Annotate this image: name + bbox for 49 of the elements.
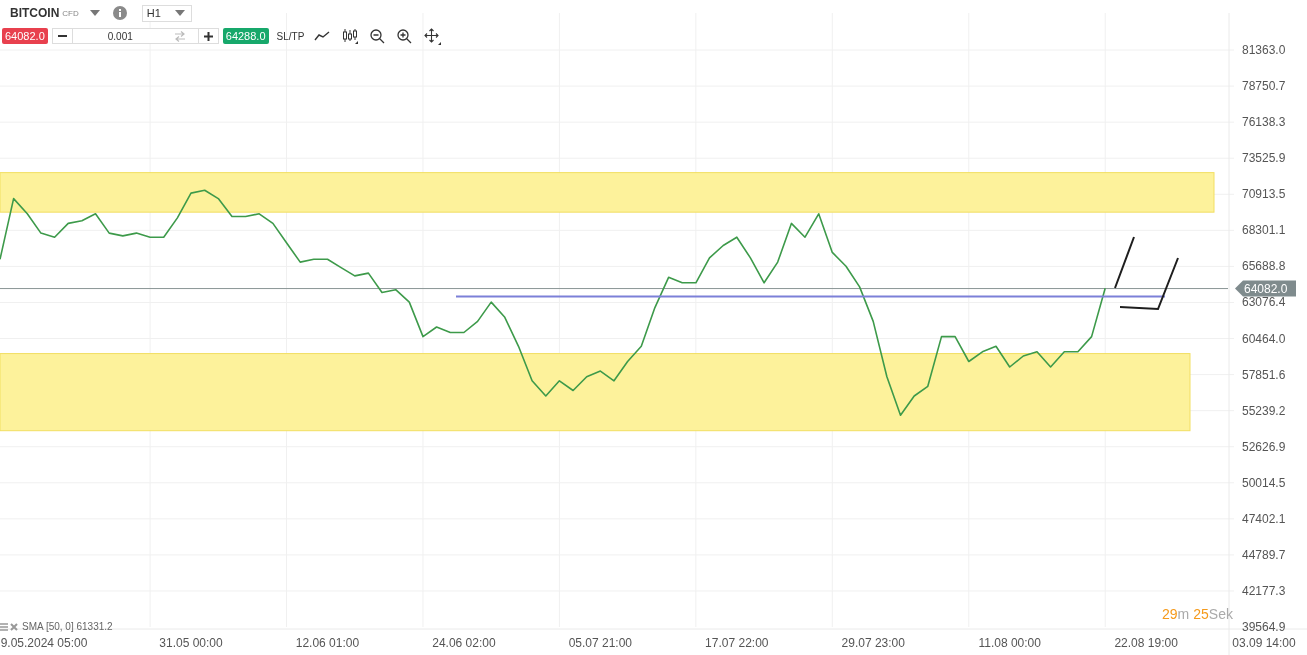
quantity-field[interactable]: 0.001 [71, 29, 199, 43]
price-label: 50014.5 [1242, 475, 1286, 490]
candlestick-icon[interactable] [342, 28, 359, 44]
minus-icon[interactable] [57, 35, 67, 37]
date-label: 29.07 23:00 [841, 636, 905, 650]
sell-button[interactable]: 64082.0 [2, 28, 48, 44]
indicator-label: SMA [50, 0] 61331.2 [22, 621, 113, 632]
price-label: 76138.3 [1242, 115, 1286, 130]
date-label: 11.08 00:00 [978, 636, 1041, 650]
price-label: 78750.7 [1242, 79, 1286, 94]
timeframe-dropdown[interactable]: H1 [141, 4, 192, 22]
ref-line-label: 64082.0 [1244, 281, 1288, 296]
line-chart-icon[interactable] [314, 31, 331, 41]
countdown-timer: 29m 25Sek [1162, 606, 1233, 622]
date-label: 17.07 22:00 [705, 636, 769, 650]
symbol-name: BITCOIN [10, 6, 60, 20]
caret-icon[interactable] [89, 10, 100, 16]
price-label: 68301.1 [1242, 223, 1286, 238]
price-label: 47402.1 [1242, 511, 1286, 526]
zoom-in-icon[interactable] [397, 28, 413, 44]
price-label: 55239.2 [1242, 403, 1286, 418]
price-label: 60464.0 [1242, 331, 1286, 346]
date-label: 03.09 14:00 [1232, 636, 1296, 650]
price-label: 52626.9 [1242, 439, 1286, 454]
price-label: 65688.8 [1242, 259, 1286, 274]
price-label: 70913.5 [1242, 187, 1286, 202]
sltp-button[interactable]: SL/TP [272, 30, 311, 42]
price-label: 42177.3 [1242, 583, 1286, 598]
plus-icon[interactable] [203, 31, 213, 41]
price-label: 39564.9 [1242, 620, 1286, 634]
date-label: 12.06 01:00 [295, 636, 360, 650]
date-label: 24.06 02:00 [432, 636, 496, 650]
current-price-badge: 64082.0 [1235, 280, 1296, 297]
move-icon[interactable] [424, 27, 442, 45]
symbol-type: CFD [62, 8, 79, 18]
caret-icon [174, 10, 185, 16]
price-label: 81363.0 [1242, 43, 1286, 57]
date-label: 05.07 21:00 [568, 636, 633, 650]
close-icon[interactable] [10, 622, 18, 631]
price-label: 44789.7 [1242, 547, 1286, 562]
date-label: 31.05 00:00 [159, 636, 223, 650]
zoom-out-icon[interactable] [370, 28, 386, 44]
quantity-input[interactable]: 0.001 [72, 30, 168, 42]
date-label: 22.08 19:00 [1114, 636, 1178, 650]
price-label: 63076.4 [1242, 295, 1286, 310]
date-label: 9.05.2024 05:00 [0, 636, 88, 650]
price-label: 57851.6 [1242, 367, 1286, 382]
price-label: 73525.9 [1242, 151, 1286, 166]
info-icon[interactable] [112, 6, 127, 20]
